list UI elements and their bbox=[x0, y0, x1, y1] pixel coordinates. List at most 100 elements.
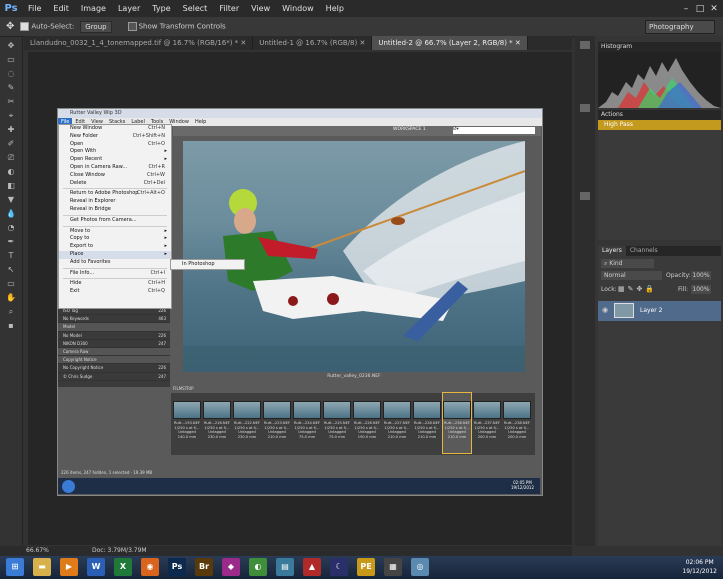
file-menu-item[interactable]: Move to ▸ bbox=[59, 228, 171, 236]
filter-row[interactable]: Copyright Notice bbox=[58, 356, 170, 365]
history-brush-tool-icon[interactable]: ◐ bbox=[4, 166, 18, 177]
app-pe-icon[interactable]: PE bbox=[357, 558, 375, 576]
file-menu-item[interactable]: File Info... Ctrl+I bbox=[59, 270, 171, 278]
layer-kind-filter[interactable]: ⌕ Kind bbox=[601, 259, 654, 268]
menu-type[interactable]: Type bbox=[146, 4, 176, 13]
zoom-tool-icon[interactable]: ⌕ bbox=[4, 306, 18, 317]
file-menu-item[interactable]: Add to Favorites bbox=[59, 259, 171, 267]
histogram-panel-icon[interactable] bbox=[580, 41, 590, 49]
media-player-icon[interactable]: ▶ bbox=[60, 558, 78, 576]
filmstrip-thumbnail[interactable]: Rutt...223.NEF 1/250 s at f/... Untagged… bbox=[263, 393, 291, 453]
app-red-icon[interactable]: ▲ bbox=[303, 558, 321, 576]
eyedropper-tool-icon[interactable]: ⌖ bbox=[4, 110, 18, 121]
app-purple-icon[interactable]: ◆ bbox=[222, 558, 240, 576]
filmstrip-thumbnail[interactable]: Rutt...225.NEF 1/250 s at f/... Untagged… bbox=[323, 393, 351, 453]
lasso-tool-icon[interactable]: ◌ bbox=[4, 68, 18, 79]
menu-layer[interactable]: Layer bbox=[112, 4, 146, 13]
file-menu-item[interactable]: Export to ▸ bbox=[59, 243, 171, 251]
minimize-button[interactable]: – bbox=[679, 4, 693, 14]
crop-tool-icon[interactable]: ✂ bbox=[4, 96, 18, 107]
gradient-tool-icon[interactable]: ▼ bbox=[4, 194, 18, 205]
file-menu-item[interactable]: Open in Camera Raw... Ctrl+R bbox=[59, 164, 171, 172]
auto-select-checkbox[interactable]: Auto-Select: bbox=[20, 22, 74, 31]
filmstrip-thumbnail[interactable]: Rutt...228.NEF 1/250 s at f/... Untagged… bbox=[413, 393, 441, 453]
filmstrip-thumbnail[interactable]: Rutt...224.NEF 1/250 s at f/... Untagged… bbox=[293, 393, 321, 453]
filter-row[interactable]: NIKON D300 247 bbox=[58, 340, 170, 348]
pen-tool-icon[interactable]: ✒ bbox=[4, 236, 18, 247]
maximize-button[interactable]: □ bbox=[693, 4, 707, 14]
auto-select-dropdown[interactable]: Group bbox=[80, 20, 112, 33]
menu-file[interactable]: File bbox=[22, 4, 47, 13]
shape-tool-icon[interactable]: ▭ bbox=[4, 278, 18, 289]
menu-window[interactable]: Window bbox=[276, 4, 320, 13]
filter-row[interactable]: No Keywords 463 bbox=[58, 315, 170, 324]
menu-help[interactable]: Help bbox=[320, 4, 350, 13]
filmstrip-thumbnail[interactable]: Rutt...238.NEF 1/250 s at f/... Untagged… bbox=[503, 393, 531, 453]
eraser-tool-icon[interactable]: ◧ bbox=[4, 180, 18, 191]
place-submenu-in-photoshop[interactable]: In Photoshop bbox=[170, 259, 245, 270]
file-menu-item[interactable]: Place ▸ bbox=[59, 250, 171, 259]
tab-layers[interactable]: Layers bbox=[598, 246, 626, 256]
hand-tool-icon[interactable]: ✋ bbox=[4, 292, 18, 303]
file-menu-item[interactable]: Open Recent ▸ bbox=[59, 156, 171, 164]
filter-row[interactable]: © Chris Sudge 247 bbox=[58, 373, 170, 381]
visibility-eye-icon[interactable]: ◉ bbox=[602, 306, 608, 314]
file-menu-item[interactable]: Get Photos from Camera... bbox=[59, 217, 171, 225]
file-menu-item[interactable]: Reveal in Bridge bbox=[59, 206, 171, 214]
file-menu-item[interactable]: Delete Ctrl+Del bbox=[59, 180, 171, 188]
file-menu-item[interactable]: New Window Ctrl+N bbox=[59, 125, 171, 133]
app-map-icon[interactable]: ▤ bbox=[276, 558, 294, 576]
filmstrip-thumbnail[interactable]: Rutt...226.NEF 1/250 s at f/... Untagged… bbox=[353, 393, 381, 453]
filmstrip-thumbnail[interactable]: Rutt...227.NEF 1/250 s at f/... Untagged… bbox=[383, 393, 411, 453]
close-button[interactable]: ✕ bbox=[707, 4, 721, 14]
move-tool-icon[interactable]: ✥ bbox=[4, 40, 18, 51]
zoom-level[interactable]: 66.67% bbox=[26, 547, 49, 554]
word-icon[interactable]: W bbox=[87, 558, 105, 576]
file-menu-item[interactable]: New Folder Ctrl+Shift+N bbox=[59, 133, 171, 141]
bridge-search-field[interactable]: Ø▾ bbox=[453, 127, 535, 134]
file-menu-item[interactable]: Return to Adobe Photoshop Ctrl+Alt+O bbox=[59, 190, 171, 198]
firefox-icon[interactable]: ◉ bbox=[141, 558, 159, 576]
filter-row[interactable]: Model bbox=[58, 323, 170, 332]
bridge-menu-help[interactable]: Help bbox=[192, 118, 209, 126]
doc-size[interactable]: Doc: 3.79M/3.79M bbox=[92, 547, 147, 554]
app-night-icon[interactable]: ☾ bbox=[330, 558, 348, 576]
filmstrip-thumbnail[interactable]: Rutt...237.NEF 1/250 s at f/... Untagged… bbox=[473, 393, 501, 453]
path-select-tool-icon[interactable]: ↖ bbox=[4, 264, 18, 275]
workspace-switcher[interactable]: Photography bbox=[645, 20, 715, 34]
bridge-icon[interactable]: Br bbox=[195, 558, 213, 576]
actions-panel-icon[interactable] bbox=[580, 104, 590, 112]
marquee-tool-icon[interactable]: ▭ bbox=[4, 54, 18, 65]
menu-image[interactable]: Image bbox=[75, 4, 112, 13]
type-tool-icon[interactable]: T bbox=[4, 250, 18, 261]
actions-tab[interactable]: Actions bbox=[598, 110, 721, 120]
app-film-icon[interactable]: ▦ bbox=[384, 558, 402, 576]
folder-icon[interactable]: ▬ bbox=[33, 558, 51, 576]
filmstrip-thumbnail[interactable]: Rutt...222.NEF 1/250 s at f/... Untagged… bbox=[233, 393, 261, 453]
filter-row[interactable]: Camera Raw bbox=[58, 347, 170, 357]
file-menu-item[interactable]: Copy to ▸ bbox=[59, 235, 171, 243]
file-menu-item[interactable]: Close Window Ctrl+W bbox=[59, 172, 171, 180]
close-tab-icon[interactable]: ✕ bbox=[513, 39, 521, 47]
document-tab[interactable]: Untitled-1 @ 16.7% (RGB/8) ✕ bbox=[253, 36, 373, 50]
app-globe-icon[interactable]: ◎ bbox=[411, 558, 429, 576]
tab-channels[interactable]: Channels bbox=[626, 246, 662, 256]
photoshop-icon[interactable]: Ps bbox=[168, 558, 186, 576]
filter-row[interactable]: No Copyright Notice 226 bbox=[58, 364, 170, 373]
document-tab[interactable]: Llandudno_0032_1_4_tonemapped.tif @ 16.7… bbox=[24, 36, 254, 50]
bridge-workspace-label[interactable]: WORKSPACE 1 bbox=[393, 127, 426, 132]
opacity-field[interactable]: 100% bbox=[691, 271, 711, 280]
app-green-icon[interactable]: ◐ bbox=[249, 558, 267, 576]
blend-mode-dropdown[interactable]: Normal bbox=[601, 271, 662, 280]
lock-icons[interactable]: ▦✎✥🔒 bbox=[618, 285, 657, 293]
filmstrip-thumbnail[interactable]: Rutt...193.NEF 1/250 s at f/... Untagged… bbox=[173, 393, 201, 453]
close-tab-icon[interactable]: ✕ bbox=[357, 39, 365, 47]
document-tab[interactable]: Untitled-2 @ 66.7% (Layer 2, RGB/8) * ✕ bbox=[372, 36, 528, 50]
menu-select[interactable]: Select bbox=[177, 4, 214, 13]
dodge-tool-icon[interactable]: ◔ bbox=[4, 222, 18, 233]
blur-tool-icon[interactable]: 💧 bbox=[4, 208, 18, 219]
histogram-tab[interactable]: Histogram bbox=[598, 42, 721, 52]
color-swatch-icon[interactable]: ▪ bbox=[4, 320, 18, 331]
menu-edit[interactable]: Edit bbox=[47, 4, 75, 13]
file-menu-item[interactable]: Hide Ctrl+H bbox=[59, 280, 171, 288]
